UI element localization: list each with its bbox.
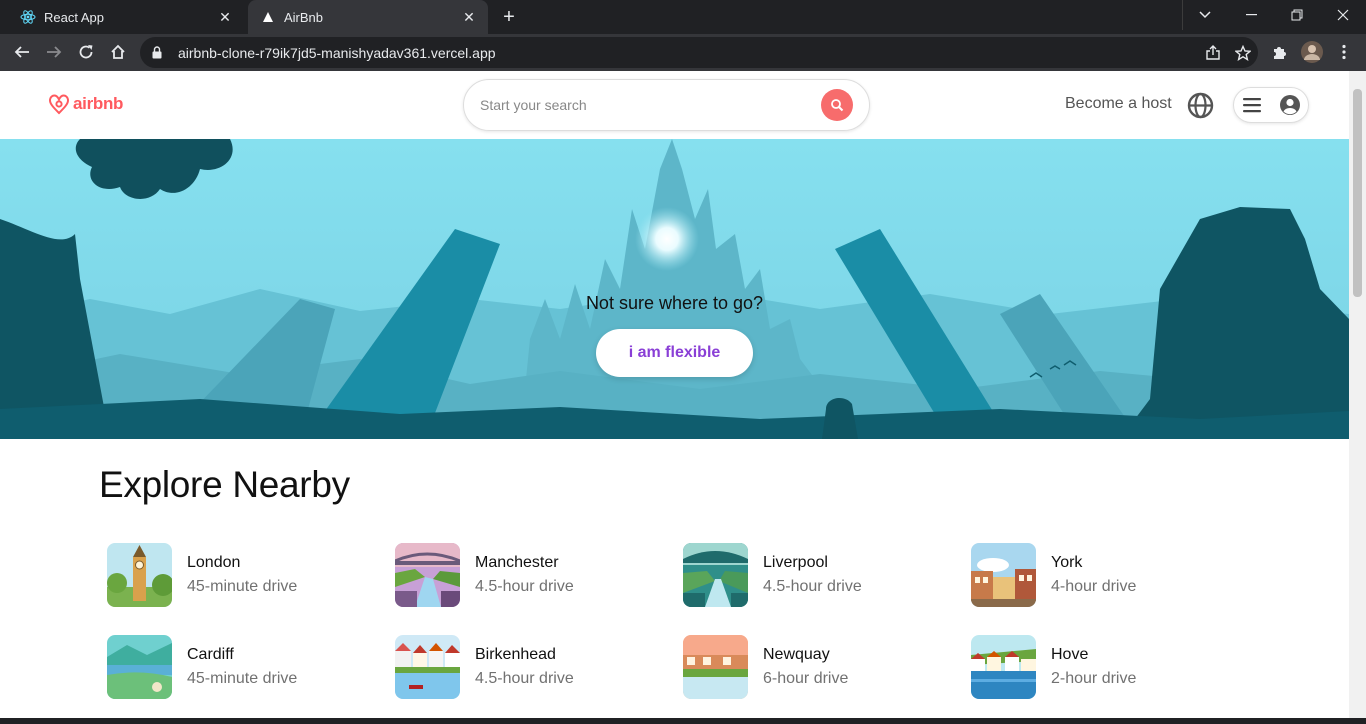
hero-illustration: [0, 139, 1349, 439]
explore-card-liverpool[interactable]: Liverpool 4.5-hour drive: [683, 542, 943, 608]
tab-search-icon[interactable]: [1182, 0, 1228, 30]
explore-card-york[interactable]: York 4-hour drive: [971, 542, 1231, 608]
globe-icon[interactable]: [1187, 92, 1214, 119]
york-thumbnail: [971, 543, 1036, 607]
hamburger-menu-icon: [1243, 98, 1261, 113]
browser-tab-react-app[interactable]: React App ✕: [8, 0, 244, 34]
birkenhead-thumbnail: [395, 635, 460, 699]
share-icon[interactable]: [1198, 44, 1228, 61]
page-viewport: airbnb Become a host: [0, 71, 1366, 718]
drive-time: 6-hour drive: [763, 670, 849, 687]
restore-icon[interactable]: [1274, 0, 1320, 30]
drive-time: 4-hour drive: [1051, 578, 1137, 595]
browser-tab-bar: React App ✕ AirBnb ✕ +: [0, 0, 1366, 34]
browser-tab-airbnb[interactable]: AirBnb ✕: [248, 0, 488, 34]
user-circle-icon: [1280, 95, 1300, 115]
react-icon: [20, 9, 36, 25]
drive-time: 4.5-hour drive: [763, 578, 862, 595]
explore-card-hove[interactable]: Hove 2-hour drive: [971, 634, 1231, 700]
airbnb-logo[interactable]: airbnb: [48, 92, 123, 116]
london-thumbnail: [107, 543, 172, 607]
explore-card-newquay[interactable]: Newquay 6-hour drive: [683, 634, 943, 700]
explore-nearby-heading: Explore Nearby: [99, 464, 350, 505]
vercel-triangle-icon: [260, 9, 276, 25]
become-host-link[interactable]: Become a host: [1065, 95, 1172, 113]
user-menu-button[interactable]: [1233, 87, 1309, 123]
airbnb-belo-icon: [48, 94, 70, 115]
destination-name: Hove: [1051, 646, 1089, 663]
address-bar[interactable]: airbnb-clone-r79ik7jd5-manishyadav361.ve…: [140, 37, 1258, 68]
close-tab-icon[interactable]: ✕: [460, 8, 478, 26]
search-icon: [831, 99, 844, 112]
site-header: airbnb Become a host: [0, 71, 1349, 139]
page-scrollbar[interactable]: [1349, 71, 1366, 718]
explore-card-manchester[interactable]: Manchester 4.5-hour drive: [395, 542, 655, 608]
home-icon[interactable]: [103, 37, 133, 67]
forward-icon[interactable]: [39, 37, 69, 67]
destination-name: Newquay: [763, 646, 830, 663]
browser-menu-icon[interactable]: [1329, 37, 1359, 67]
logo-wordmark: airbnb: [73, 94, 124, 113]
drive-time: 2-hour drive: [1051, 670, 1137, 687]
minimize-icon[interactable]: [1228, 0, 1274, 30]
cardiff-thumbnail: [107, 635, 172, 699]
tab-title: AirBnb: [284, 9, 324, 25]
flexible-cta-button[interactable]: i am flexible: [596, 329, 753, 377]
search-input[interactable]: [480, 97, 821, 113]
close-window-icon[interactable]: [1320, 0, 1366, 30]
scrollbar-thumb[interactable]: [1353, 89, 1362, 297]
destination-name: York: [1051, 554, 1083, 571]
destination-name: Birkenhead: [475, 646, 556, 663]
destination-name: Manchester: [475, 554, 559, 571]
profile-avatar[interactable]: [1297, 37, 1327, 67]
reload-icon[interactable]: [71, 37, 101, 67]
explore-card-birkenhead[interactable]: Birkenhead 4.5-hour drive: [395, 634, 655, 700]
manchester-thumbnail: [395, 543, 460, 607]
back-icon[interactable]: [7, 37, 37, 67]
hove-thumbnail: [971, 635, 1036, 699]
drive-time: 45-minute drive: [187, 578, 298, 595]
hero-tagline: Not sure where to go?: [585, 293, 764, 313]
liverpool-thumbnail: [683, 543, 748, 607]
bookmark-star-icon[interactable]: [1228, 44, 1258, 61]
search-button[interactable]: [821, 89, 853, 121]
destination-name: London: [187, 554, 241, 571]
destination-name: Cardiff: [187, 646, 234, 663]
explore-card-cardiff[interactable]: Cardiff 45-minute drive: [107, 634, 367, 700]
drive-time: 4.5-hour drive: [475, 670, 574, 687]
extensions-icon[interactable]: [1264, 37, 1294, 67]
hero-banner: Not sure where to go? i am flexible: [0, 139, 1349, 439]
browser-toolbar: airbnb-clone-r79ik7jd5-manishyadav361.ve…: [0, 34, 1366, 71]
url-text: airbnb-clone-r79ik7jd5-manishyadav361.ve…: [178, 44, 496, 61]
drive-time: 4.5-hour drive: [475, 578, 574, 595]
newquay-thumbnail: [683, 635, 748, 699]
search-bar[interactable]: [463, 79, 870, 131]
window-bottom-edge: [0, 718, 1366, 724]
drive-time: 45-minute drive: [187, 670, 298, 687]
close-tab-icon[interactable]: ✕: [216, 8, 234, 26]
new-tab-button[interactable]: +: [496, 5, 522, 29]
explore-card-london[interactable]: London 45-minute drive: [107, 542, 367, 608]
destination-name: Liverpool: [763, 554, 828, 571]
lock-icon: [152, 46, 168, 59]
tab-title: React App: [44, 9, 104, 25]
